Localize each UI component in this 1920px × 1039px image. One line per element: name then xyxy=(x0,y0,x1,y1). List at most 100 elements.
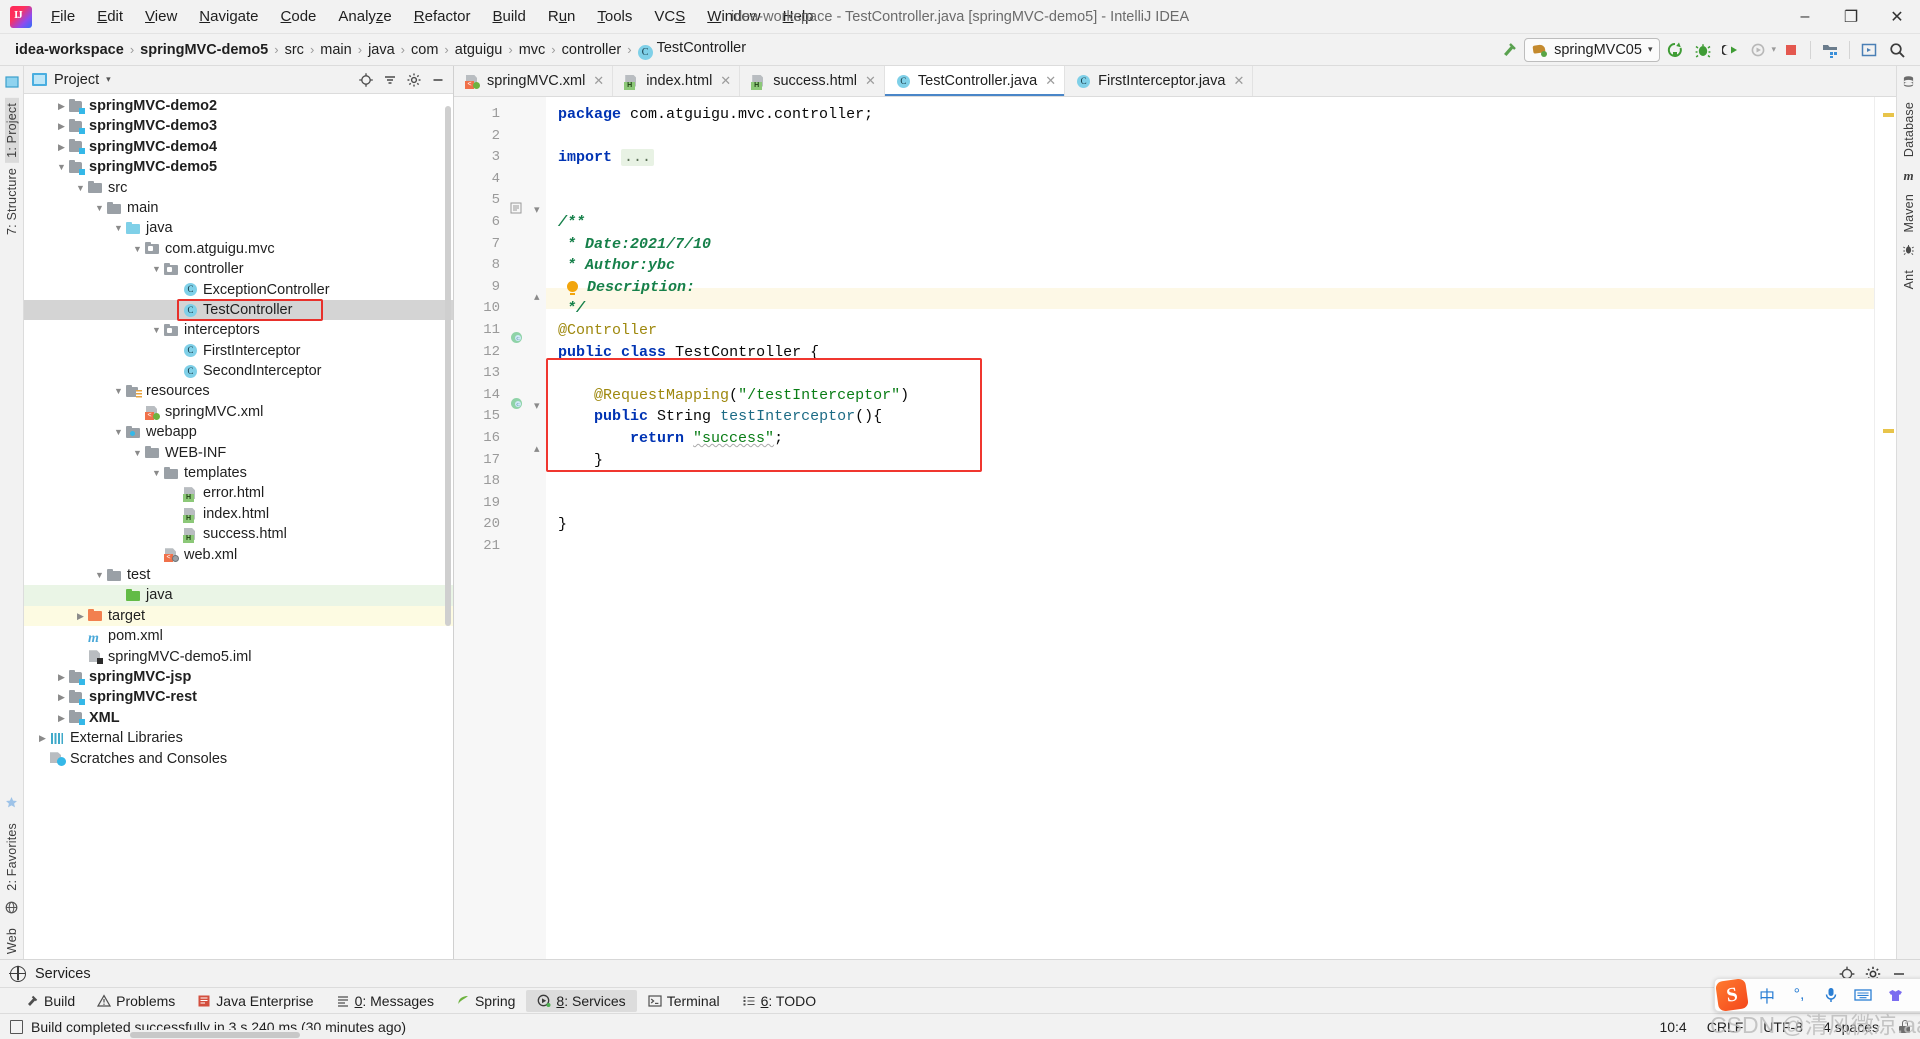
code-line[interactable]: Description: xyxy=(558,277,695,299)
tree-expand-arrow[interactable]: ▶ xyxy=(169,361,182,381)
code-line[interactable]: public class TestController { xyxy=(558,342,819,364)
breadcrumb-item-com[interactable]: com xyxy=(408,40,441,60)
editor-gutter[interactable]: 21 20 19 18 17 16 15 14 13 12 11 10 9 8 7 6 5 4 3 2 1 ▾ ▴ C … xyxy=(454,97,546,959)
tree-row[interactable]: ▶m pom.xml xyxy=(24,626,453,646)
tree-row[interactable]: ▶ XML xyxy=(24,708,453,728)
menu-build[interactable]: Build xyxy=(481,4,536,29)
tree-row[interactable]: ▼ webapp xyxy=(24,422,453,442)
tree-expand-arrow[interactable]: ▼ xyxy=(131,239,144,259)
tree-row[interactable]: ▼ com.atguigu.mvc xyxy=(24,239,453,259)
update-application-icon[interactable] xyxy=(1662,37,1688,63)
sidebar-item-structure[interactable]: 7: Structure xyxy=(5,163,19,240)
code-line[interactable]: import ... xyxy=(558,147,655,169)
menu-vcs[interactable]: VCS xyxy=(643,4,696,29)
minimize-button[interactable]: – xyxy=(1782,0,1828,33)
tree-row[interactable]: ▶C SecondInterceptor xyxy=(24,361,453,381)
bean-marker-icon[interactable]: C xyxy=(510,331,523,353)
tree-expand-arrow[interactable]: ▶ xyxy=(74,606,87,626)
method-fold-end-icon[interactable]: ▴ xyxy=(534,440,540,462)
menu-view[interactable]: View xyxy=(134,4,188,29)
tree-expand-arrow[interactable]: ▼ xyxy=(74,178,87,198)
tree-expand-arrow[interactable]: ▼ xyxy=(112,381,125,401)
tree-expand-arrow[interactable]: ▶ xyxy=(36,749,49,769)
close-icon[interactable]: ✕ xyxy=(1233,73,1244,89)
tree-expand-arrow[interactable]: ▶ xyxy=(150,545,163,565)
skin-button[interactable] xyxy=(1879,980,1911,1010)
hide-panel-icon[interactable] xyxy=(427,69,449,91)
tree-row[interactable]: ▼ main xyxy=(24,198,453,218)
tree-expand-arrow[interactable]: ▼ xyxy=(93,198,106,218)
tree-row[interactable]: ▼ WEB-INF xyxy=(24,443,453,463)
punctuation-mode-button[interactable]: °, xyxy=(1783,980,1815,1010)
tree-row[interactable]: ▶ springMVC-demo4 xyxy=(24,137,453,157)
tree-row[interactable]: ▶ External Libraries xyxy=(24,728,453,748)
tree-expand-arrow[interactable]: ▼ xyxy=(112,218,125,238)
tree-row[interactable]: ▶ target xyxy=(24,605,453,627)
method-fold-icon[interactable]: ▾ xyxy=(534,397,540,419)
breadcrumb-item-mvc[interactable]: mvc xyxy=(516,40,549,60)
tree-expand-arrow[interactable]: ▶ xyxy=(55,708,68,728)
code-line[interactable]: @RequestMapping("/testInterceptor") xyxy=(558,385,909,407)
tree-row[interactable]: ▶Hsuccess.html xyxy=(24,524,453,544)
sidebar-item-web[interactable]: Web xyxy=(5,923,19,959)
tree-expand-arrow[interactable]: ▶ xyxy=(55,687,68,707)
tree-row[interactable]: ▼ interceptors xyxy=(24,320,453,340)
tree-row[interactable]: ▶ springMVC-demo3 xyxy=(24,116,453,136)
code-line[interactable]: return "success"; xyxy=(558,428,783,450)
code-line[interactable]: * Author:ybc xyxy=(558,255,675,277)
tree-row[interactable]: ▶ java xyxy=(24,585,453,606)
open-project-structure-icon[interactable] xyxy=(1817,37,1843,63)
code-line[interactable]: } xyxy=(558,450,603,472)
debug-icon[interactable] xyxy=(1690,37,1716,63)
fold-expand-icon[interactable]: ▴ xyxy=(534,288,540,310)
breadcrumb-item-class[interactable]: C TestController xyxy=(635,38,749,62)
tree-row[interactable]: ▼ springMVC-demo5 xyxy=(24,157,453,177)
toolwindow-services[interactable]: 8: Services xyxy=(526,989,637,1012)
tree-row[interactable]: ▼ src xyxy=(24,178,453,198)
breadcrumb-item-module[interactable]: springMVC-demo5 xyxy=(137,40,271,60)
tree-row[interactable]: ▼ java xyxy=(24,218,453,238)
close-icon[interactable]: ✕ xyxy=(593,73,604,89)
toolwindow-messages[interactable]: 0: Messages xyxy=(325,990,445,1012)
toolwindow-spring[interactable]: Spring xyxy=(445,990,526,1012)
voice-input-button[interactable] xyxy=(1815,980,1847,1010)
menu-code[interactable]: Code xyxy=(270,4,328,29)
tree-expand-arrow[interactable]: ▶ xyxy=(169,504,182,524)
tree-row[interactable]: ▶ Scratches and Consoles xyxy=(24,749,453,769)
menu-refactor[interactable]: Refactor xyxy=(403,4,482,29)
tree-expand-arrow[interactable]: ▶ xyxy=(55,116,68,136)
file-encoding[interactable]: UTF-8 xyxy=(1763,1019,1803,1035)
sidebar-item-database[interactable]: Database xyxy=(1902,97,1916,162)
tree-row[interactable]: ▼ test xyxy=(24,565,453,585)
ime-floating-toolbar[interactable]: S 中 °, xyxy=(1714,978,1920,1012)
toolwindow-problems[interactable]: Problems xyxy=(86,990,186,1012)
tree-expand-arrow[interactable]: ▼ xyxy=(150,463,163,483)
close-icon[interactable]: ✕ xyxy=(720,73,731,89)
menu-file[interactable]: File xyxy=(40,4,86,29)
tree-row[interactable]: ▼ controller xyxy=(24,259,453,279)
sidebar-item-ant[interactable]: Ant xyxy=(1902,265,1916,294)
toolwindow-java-enterprise[interactable]: Java Enterprise xyxy=(186,990,324,1012)
tree-expand-arrow[interactable]: ▶ xyxy=(55,137,68,157)
tree-row[interactable]: ▶C ExceptionController xyxy=(24,280,453,300)
stop-icon[interactable] xyxy=(1778,37,1804,63)
language-mode-button[interactable]: 中 xyxy=(1751,980,1783,1010)
menu-edit[interactable]: Edit xyxy=(86,4,134,29)
menu-run[interactable]: Run xyxy=(537,4,587,29)
request-mapping-marker-icon[interactable]: C xyxy=(510,397,523,419)
breadcrumb-item-java[interactable]: java xyxy=(365,40,398,60)
tree-row[interactable]: ▶< springMVC.xml xyxy=(24,402,453,422)
tree-row[interactable]: ▼ templates xyxy=(24,463,453,483)
tab-testcontroller-java[interactable]: C TestController.java ✕ xyxy=(884,66,1066,96)
menu-navigate[interactable]: Navigate xyxy=(188,4,269,29)
indent-setting[interactable]: 4 spaces xyxy=(1823,1019,1879,1035)
settings-gear-icon[interactable] xyxy=(403,69,425,91)
sogou-ime-logo-icon[interactable]: S xyxy=(1715,978,1749,1012)
build-hammer-icon[interactable] xyxy=(1496,37,1522,63)
code-line[interactable]: } xyxy=(558,514,567,536)
breadcrumb-item-workspace[interactable]: idea-workspace xyxy=(12,40,127,60)
tree-row[interactable]: ▶ springMVC-jsp xyxy=(24,667,453,687)
code-line[interactable]: package com.atguigu.mvc.controller; xyxy=(558,104,873,126)
tree-expand-arrow[interactable]: ▶ xyxy=(55,96,68,116)
code-editor[interactable]: 21 20 19 18 17 16 15 14 13 12 11 10 9 8 7 6 5 4 3 2 1 ▾ ▴ C … xyxy=(454,97,1896,959)
